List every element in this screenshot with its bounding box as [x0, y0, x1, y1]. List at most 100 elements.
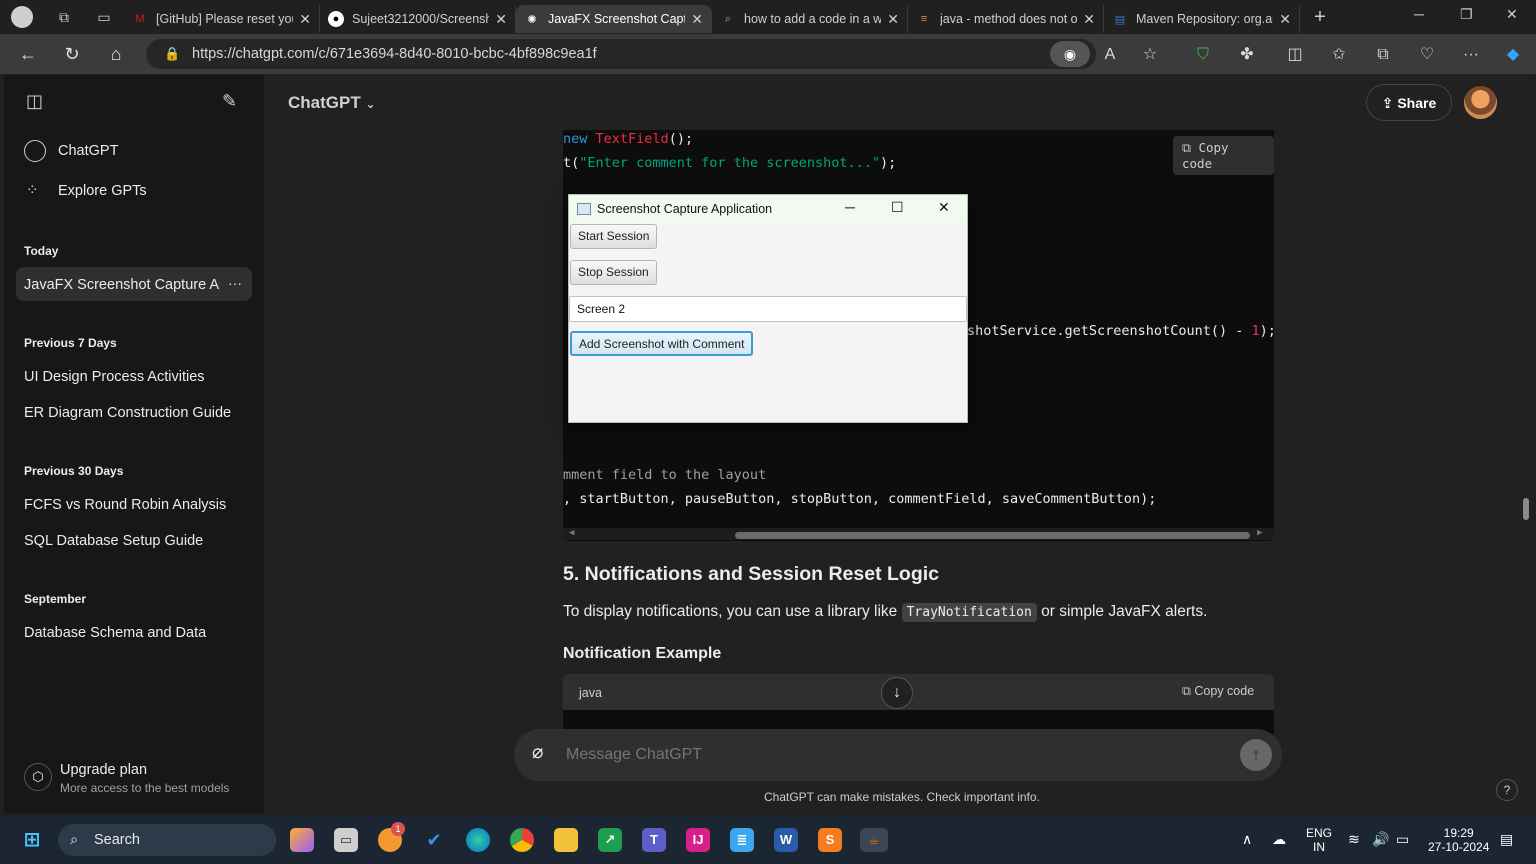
page-scrollbar[interactable]: [1519, 75, 1532, 813]
edge-icon[interactable]: [466, 828, 490, 852]
tab-stackoverflow[interactable]: ≡ java - method does not o ✕: [908, 5, 1104, 33]
tab-maven[interactable]: ▤ Maven Repository: org.ap ✕: [1104, 5, 1300, 33]
extensions-icon[interactable]: ✤: [1236, 44, 1258, 66]
teams-icon[interactable]: T: [642, 828, 666, 852]
close-icon[interactable]: ✕: [691, 11, 703, 28]
close-icon[interactable]: ✕: [887, 11, 899, 28]
refresh-icon[interactable]: ↻: [61, 43, 83, 65]
scroll-to-bottom-button[interactable]: ↓: [881, 677, 913, 709]
favorite-star-icon[interactable]: ☆: [1139, 44, 1161, 66]
workspaces-icon[interactable]: ⧉: [44, 9, 84, 26]
restore-icon[interactable]: ❐: [1460, 6, 1473, 23]
comment-field[interactable]: Screen 2: [569, 296, 967, 322]
volume-icon[interactable]: 🔊: [1372, 832, 1389, 846]
close-icon[interactable]: ✕: [938, 199, 950, 216]
sidebar-item-chat[interactable]: FCFS vs Round Robin Analysis: [24, 497, 226, 513]
split-screen-icon[interactable]: ◫: [1284, 44, 1306, 66]
share-button[interactable]: ⇪ Share: [1366, 84, 1452, 121]
message-input[interactable]: [566, 743, 1206, 767]
chevron-up-icon[interactable]: ∧: [1242, 832, 1252, 846]
tab-search[interactable]: ⌕ how to add a code in a w ✕: [712, 5, 908, 33]
profile-button[interactable]: [0, 0, 44, 34]
model-selector[interactable]: ChatGPT ⌄: [288, 93, 376, 113]
tracking-prevention-icon[interactable]: ◉: [1050, 41, 1090, 67]
taskbar-search[interactable]: ⌕ Search: [58, 824, 276, 856]
attach-icon[interactable]: ⌀: [532, 741, 543, 764]
notepad-icon[interactable]: ≣: [730, 828, 754, 852]
avatar[interactable]: [1464, 86, 1497, 119]
close-icon[interactable]: ✕: [1279, 11, 1291, 28]
url-field[interactable]: 🔒 https://chatgpt.com/c/671e3694-8d40-80…: [146, 39, 1096, 69]
minimize-icon[interactable]: ─: [845, 199, 855, 215]
new-chat-icon[interactable]: ✎: [222, 91, 237, 112]
scroll-left-icon[interactable]: ◀: [569, 528, 574, 538]
close-icon[interactable]: ✕: [495, 11, 507, 28]
close-icon[interactable]: ✕: [299, 11, 311, 28]
chart-app-icon[interactable]: ↗: [598, 828, 622, 852]
minimize-icon[interactable]: ─: [1414, 6, 1424, 22]
more-menu-icon[interactable]: ···: [1460, 44, 1482, 66]
sidebar-toggle-icon[interactable]: ◫: [26, 91, 43, 112]
sidebar-item-chat[interactable]: SQL Database Setup Guide: [24, 533, 203, 549]
word-icon[interactable]: W: [774, 828, 798, 852]
back-icon[interactable]: ←: [17, 43, 39, 65]
upgrade-icon[interactable]: ⬡: [24, 763, 52, 791]
sidebar-item-chat[interactable]: JavaFX Screenshot Capture App: [24, 277, 220, 293]
copilot-app-icon[interactable]: [290, 828, 314, 852]
sublime-icon[interactable]: S: [818, 828, 842, 852]
chat-options-icon[interactable]: ···: [228, 275, 242, 291]
sidebar-item-chat[interactable]: Database Schema and Data: [24, 625, 206, 641]
arrow-down-icon: ↓: [893, 684, 901, 701]
java-icon[interactable]: ☕: [860, 828, 888, 852]
todo-icon[interactable]: ✔: [422, 828, 446, 852]
maximize-icon[interactable]: ☐: [891, 199, 904, 216]
task-view-icon[interactable]: ▭: [334, 828, 358, 852]
shield-extension-icon[interactable]: ⛉: [1192, 44, 1214, 66]
code-line: t("Enter comment for the screenshot...")…: [563, 155, 897, 171]
read-aloud-icon[interactable]: A: [1099, 44, 1121, 66]
collections-icon[interactable]: ⧉: [1372, 44, 1394, 66]
send-button[interactable]: ↑: [1240, 739, 1272, 771]
battery-icon[interactable]: ▭: [1396, 832, 1409, 846]
clock[interactable]: 19:29 27-10-2024: [1428, 826, 1489, 854]
sidebar-item-explore[interactable]: Explore GPTs: [58, 183, 147, 199]
tab-actions-icon[interactable]: ▭: [84, 9, 124, 26]
subheading: Notification Example: [563, 645, 722, 662]
copy-icon: ⧉: [1182, 140, 1199, 155]
copy-code-button[interactable]: ⧉ Copy code: [1173, 136, 1274, 175]
wifi-icon[interactable]: ≋: [1348, 832, 1360, 846]
javafx-titlebar[interactable]: Screenshot Capture Application ─ ☐ ✕: [569, 195, 967, 222]
code-scrollbar-thumb[interactable]: [735, 532, 1250, 539]
home-icon[interactable]: ⌂: [105, 43, 127, 65]
copy-code-button[interactable]: ⧉ Copy code: [1173, 680, 1263, 703]
sidebar-item-chat[interactable]: UI Design Process Activities: [24, 369, 205, 385]
new-tab-icon[interactable]: +: [1300, 6, 1340, 29]
help-button[interactable]: ?: [1496, 779, 1518, 801]
favorites-icon[interactable]: ✩: [1328, 44, 1350, 66]
copilot-icon[interactable]: ◆: [1502, 44, 1524, 66]
add-screenshot-button[interactable]: Add Screenshot with Comment: [570, 331, 754, 356]
onedrive-icon[interactable]: ☁: [1272, 832, 1286, 846]
sidebar-item-chat[interactable]: ER Diagram Construction Guide: [24, 405, 231, 421]
upgrade-plan-title[interactable]: Upgrade plan: [60, 762, 147, 778]
chrome-icon[interactable]: [510, 828, 534, 852]
intellij-icon[interactable]: IJ: [686, 828, 710, 852]
tab-gmail[interactable]: M [GitHub] Please reset your ✕: [124, 5, 320, 33]
window-close-icon[interactable]: ✕: [1506, 6, 1518, 23]
stop-session-button[interactable]: Stop Session: [570, 260, 657, 285]
tab-github[interactable]: ● Sujeet3212000/Screensho ✕: [320, 5, 516, 33]
paragraph: To display notifications, you can use a …: [563, 603, 1208, 622]
page-scrollbar-thumb[interactable]: [1523, 498, 1529, 520]
start-session-button[interactable]: Start Session: [570, 224, 658, 249]
window-title: Screenshot Capture Application: [597, 202, 773, 216]
close-icon[interactable]: ✕: [1083, 11, 1095, 28]
windows-start-icon[interactable]: ⊞: [20, 828, 44, 852]
notifications-icon[interactable]: ▤: [1500, 832, 1513, 846]
file-explorer-icon[interactable]: [554, 828, 578, 852]
tab-chatgpt[interactable]: ✺ JavaFX Screenshot Captur ✕: [516, 5, 712, 33]
scroll-right-icon[interactable]: ▶: [1257, 528, 1262, 538]
language-indicator[interactable]: ENG IN: [1306, 826, 1332, 854]
sidebar-item-chatgpt[interactable]: ChatGPT: [58, 143, 118, 159]
performance-icon[interactable]: ♡: [1416, 44, 1438, 66]
profile-icon: [11, 6, 33, 28]
